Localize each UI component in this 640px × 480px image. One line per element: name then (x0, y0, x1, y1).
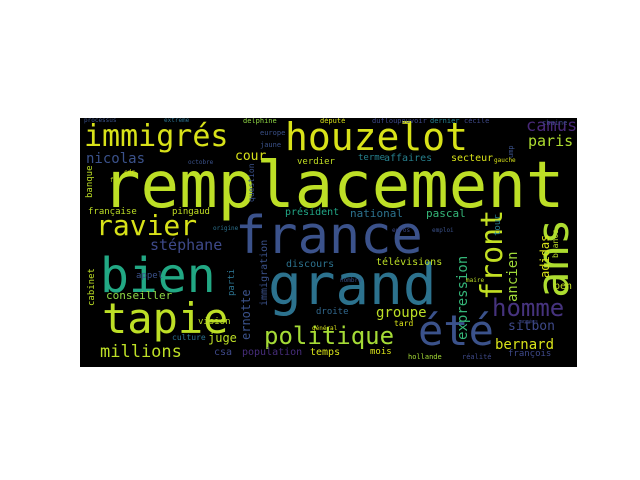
word-adidas: adidas (538, 234, 552, 278)
word-verdier: verdier (297, 157, 335, 167)
word-csa: csa (214, 347, 233, 358)
word-juge: juge (208, 331, 237, 345)
word-delphine: delphine (243, 118, 277, 125)
word-vision: vision (198, 317, 231, 327)
word-cabinet: cabinet (87, 268, 97, 306)
word-extreme: extrême (164, 118, 190, 124)
word-ernotte: ernotte (239, 289, 253, 340)
word-immigres: immigrés (84, 119, 229, 154)
word-paris: paris (528, 132, 574, 150)
word-gauche: gauche (494, 157, 516, 164)
word-general: général (312, 325, 338, 332)
word-nombre: nombre (340, 277, 362, 284)
word-president: président (285, 207, 340, 218)
word-secteur: secteur (451, 153, 494, 164)
word-francois: françois (508, 349, 552, 359)
word-pen: pen (554, 281, 573, 292)
word-mois: mois (370, 347, 392, 357)
word-cecile: cécile (464, 118, 490, 125)
word-francaise: française (88, 207, 137, 217)
word-cloud: remplacement grand france houzelot immig… (80, 118, 577, 367)
word-terme: terme (358, 153, 386, 163)
word-immigration: immigration (259, 239, 270, 306)
word-stephane: stéphane (150, 236, 223, 254)
word-ancien: ancien (505, 251, 521, 302)
word-euros: euros (392, 227, 411, 234)
word-depute: député (320, 118, 346, 125)
word-temps: temps (310, 347, 341, 358)
word-banque: banque (85, 165, 95, 198)
word-cour: cour (235, 149, 267, 164)
word-blancs: blancs (551, 229, 560, 258)
word-culture: culture (172, 333, 206, 342)
word-realite: réalité (462, 353, 492, 361)
word-pingaud: pingaud (172, 207, 210, 217)
word-octobre: octobre (188, 159, 214, 166)
word-ump: ump (507, 145, 515, 158)
word-europe: europe (260, 129, 286, 137)
word-appel: appel (136, 271, 164, 281)
word-tard: tard (394, 319, 414, 328)
word-conseiller: conseiller (106, 289, 173, 302)
word-affaires: affaires (384, 153, 433, 164)
word-dernier: dernier (430, 118, 460, 125)
word-tour: tour (493, 214, 503, 236)
word-maire: maire (466, 277, 485, 284)
word-televisions: télévisions (376, 257, 443, 268)
word-dufloupouvoir: dufloupouvoir (372, 118, 427, 125)
word-pascal: pascal (426, 207, 466, 220)
word-origine: origine (213, 225, 239, 232)
word-fin: fin (110, 177, 121, 184)
word-hollande: hollande (408, 353, 442, 361)
word-droite: droite (316, 307, 349, 317)
word-population: population (242, 347, 303, 358)
word-cdr: cdr (124, 169, 135, 176)
word-discours: discours (286, 259, 335, 270)
word-chaine: chaine (542, 119, 568, 127)
word-jaune: jaune (260, 141, 282, 149)
word-nicolas: nicolas (86, 151, 146, 167)
figure-canvas: remplacement grand france houzelot immig… (0, 0, 640, 480)
word-national: national (350, 207, 403, 220)
word-emploi: emploi (432, 227, 454, 234)
word-question: question (247, 163, 256, 202)
word-parti: parti (227, 268, 237, 296)
word-groupe: groupe (376, 305, 427, 321)
word-annees: années (520, 319, 539, 325)
word-millions: millions (100, 342, 182, 362)
word-expression: expression (455, 255, 471, 340)
word-processus: processus (84, 118, 117, 124)
